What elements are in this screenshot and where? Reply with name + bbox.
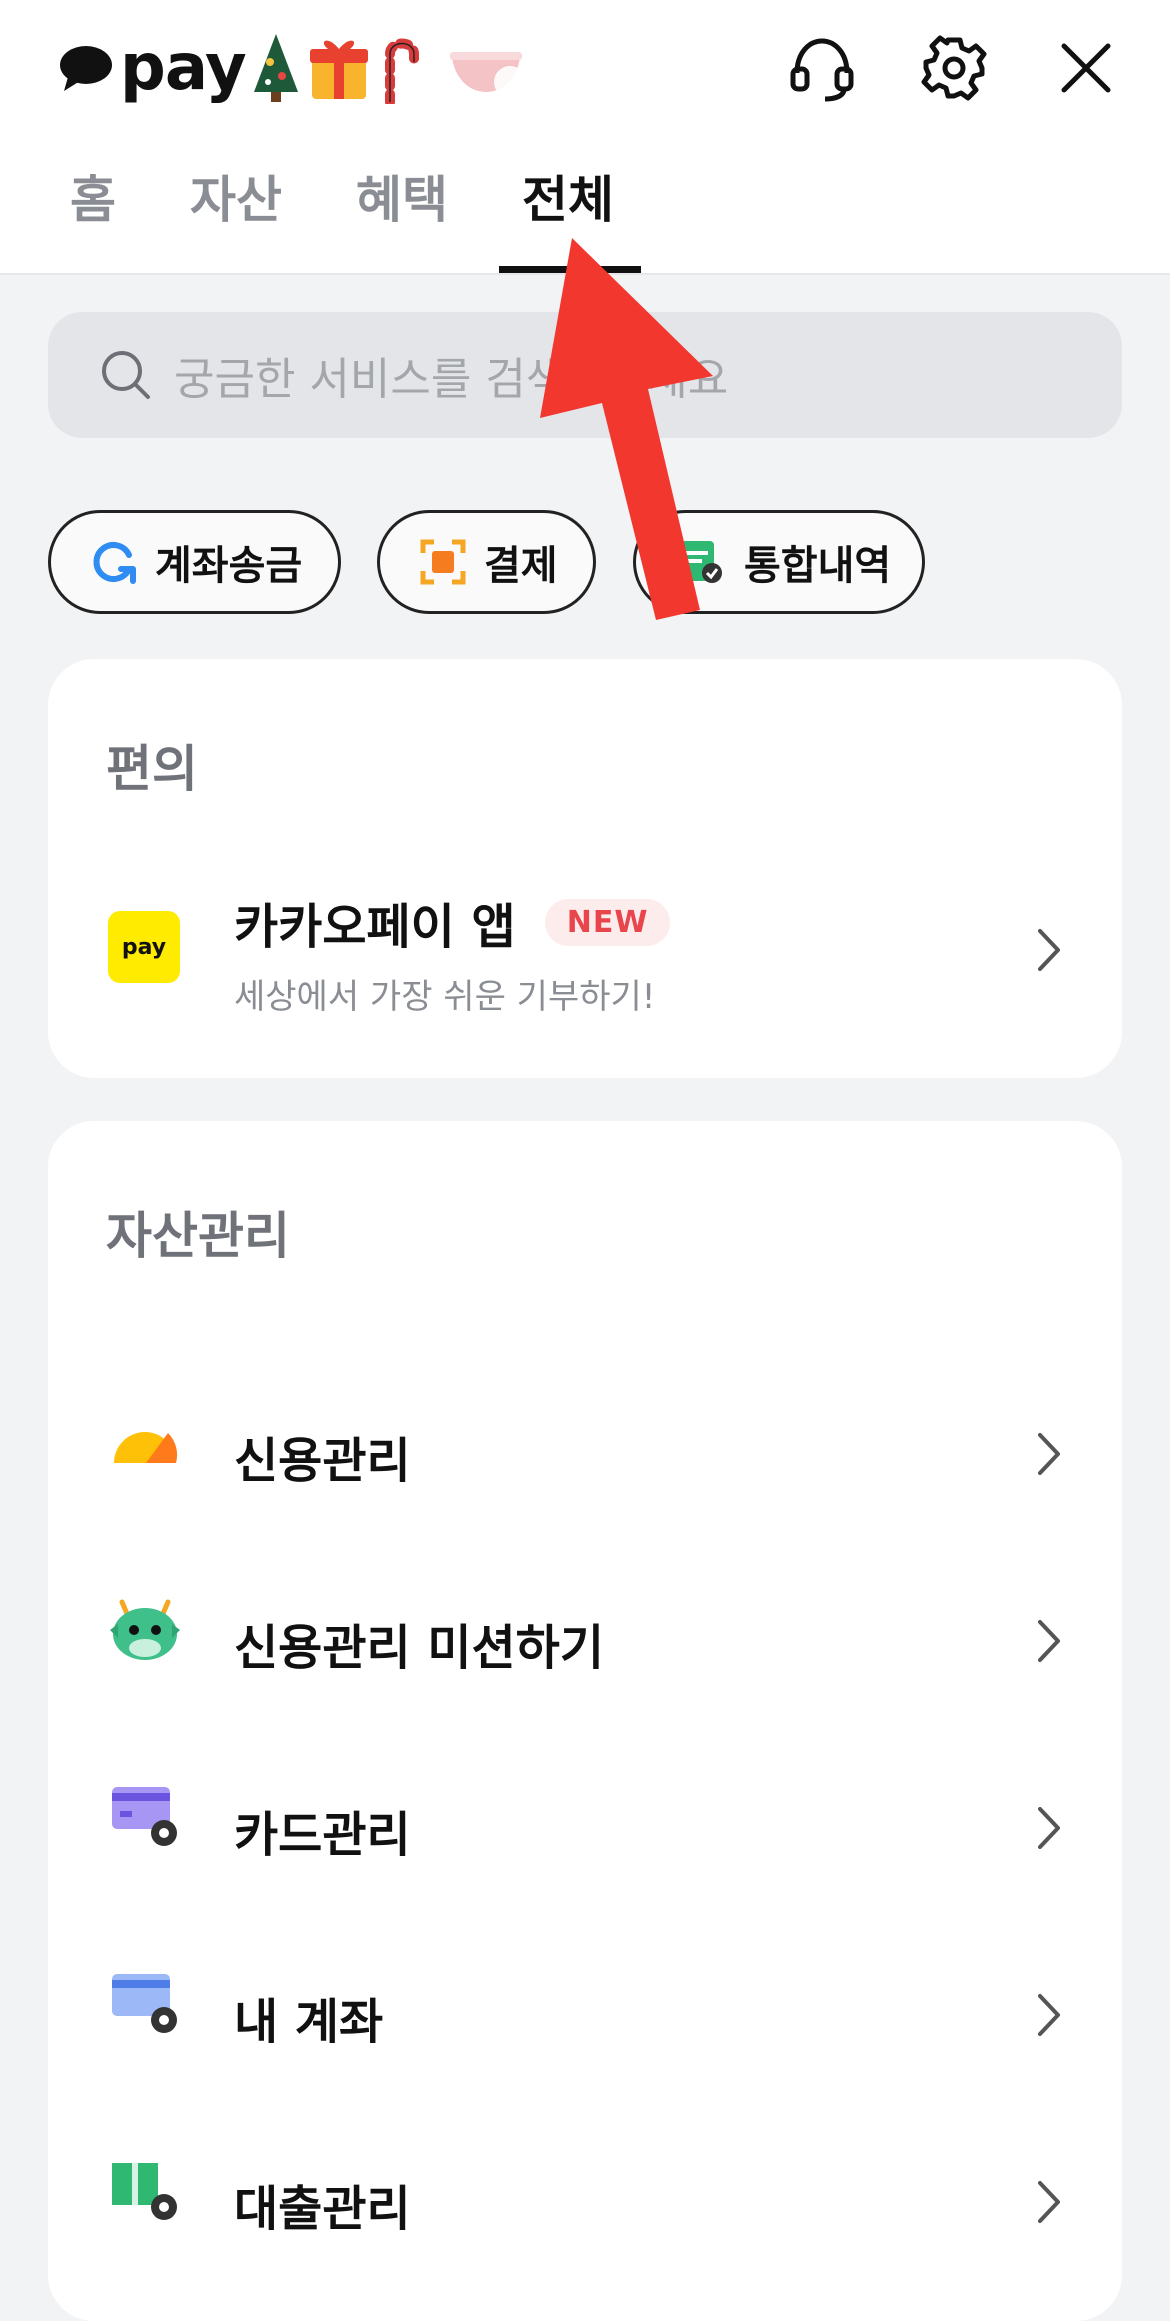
chevron-right-icon	[1038, 1433, 1060, 1475]
list-item-label: 카카오페이 앱	[234, 899, 516, 955]
gift-box-icon	[309, 40, 368, 99]
kakaopay-app-icon-text: pay	[121, 934, 167, 960]
headset-icon[interactable]	[782, 28, 862, 108]
transfer-chip[interactable]: 계좌송금	[48, 510, 341, 614]
transfer-chip-label: 계좌송금	[155, 543, 303, 589]
dragon-mission-icon	[110, 1599, 180, 1660]
tab-home[interactable]: 홈	[70, 170, 116, 230]
search-input[interactable]: 궁금한 서비스를 검색해보세요	[48, 312, 1122, 438]
chevron-right-icon	[1038, 2181, 1060, 2223]
loan-settings-icon	[112, 2163, 177, 2220]
logo-text: pay	[120, 31, 247, 105]
section-title: 편의	[106, 740, 198, 798]
scan-pay-icon	[420, 539, 466, 585]
asset-management-section: 자산관리 신용관리 신용관리 미션하기 카드관리 내 계좌 대출관리	[48, 1121, 1122, 2321]
history-chip[interactable]: 통합내역	[633, 510, 925, 614]
search-placeholder: 궁금한 서비스를 검색해보세요	[174, 354, 729, 405]
speech-bubble-icon	[60, 46, 112, 91]
list-item-label: 신용관리 미션하기	[234, 1620, 604, 1676]
payment-chip-label: 결제	[484, 543, 558, 589]
tab-benefits[interactable]: 혜택	[356, 170, 448, 230]
list-item-my-account[interactable]: 내 계좌	[48, 1942, 1122, 2092]
kakaopay-logo: pay	[58, 28, 526, 108]
top-tab-bar: 홈 자산 혜택 전체	[0, 160, 1170, 273]
chevron-right-icon	[1038, 1620, 1060, 1662]
list-item-label: 내 계좌	[234, 1994, 384, 2050]
holiday-decorations	[250, 32, 526, 104]
chevron-right-icon	[1038, 929, 1060, 971]
history-icon	[680, 541, 722, 583]
list-item-subtitle: 세상에서 가장 쉬운 기부하기!	[234, 977, 656, 1017]
search-icon	[102, 351, 150, 399]
card-settings-icon	[112, 1787, 177, 1846]
transfer-icon	[93, 542, 136, 584]
list-item-label: 신용관리	[234, 1433, 411, 1489]
gear-icon[interactable]	[914, 28, 994, 108]
tab-assets[interactable]: 자산	[190, 170, 282, 230]
list-item-label: 대출관리	[234, 2181, 411, 2237]
list-item-loan-management[interactable]: 대출관리	[48, 2129, 1122, 2279]
convenience-section: 편의 pay 카카오페이 앱 NEW 세상에서 가장 쉬운 기부하기!	[48, 659, 1122, 1078]
christmas-tree-icon	[253, 34, 298, 102]
chevron-right-icon	[1038, 1807, 1060, 1849]
history-chip-label: 통합내역	[744, 543, 892, 589]
close-icon[interactable]	[1046, 28, 1126, 108]
payment-chip[interactable]: 결제	[377, 510, 596, 614]
section-title: 자산관리	[106, 1207, 290, 1265]
candy-cane-icon	[384, 38, 419, 104]
list-item-credit-mission[interactable]: 신용관리 미션하기	[48, 1568, 1122, 1718]
top-header: pay 홈 자산 혜택 전체	[0, 0, 1170, 275]
kakaopay-app-icon: pay	[108, 911, 180, 983]
credit-score-icon	[114, 1431, 178, 1463]
list-item-kakaopay-app[interactable]: pay 카카오페이 앱 NEW 세상에서 가장 쉬운 기부하기!	[48, 869, 1122, 1029]
bowl-icon	[449, 52, 526, 98]
list-item-card-management[interactable]: 카드관리	[48, 1755, 1122, 1905]
list-item-credit[interactable]: 신용관리	[48, 1381, 1122, 1531]
chevron-right-icon	[1038, 1994, 1060, 2036]
list-item-label: 카드관리	[234, 1807, 411, 1863]
tab-all[interactable]: 전체	[522, 170, 614, 230]
active-tab-indicator	[499, 266, 641, 273]
account-settings-icon	[112, 1974, 177, 2033]
new-badge: NEW	[544, 898, 671, 946]
